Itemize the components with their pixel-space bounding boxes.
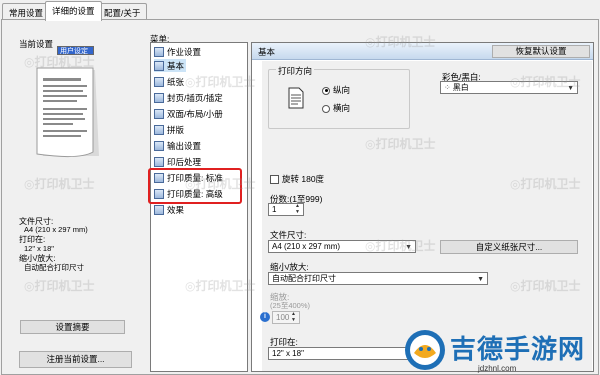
output-icon [154, 140, 164, 151]
panel-body: 打印方向 纵向 横向 彩色/黑白: ⁘ 黑白 ▼ 旋转 180度 份数:(1至99… [260, 61, 592, 371]
site-logo: 吉德手游网 jdzhnl.com [400, 326, 598, 375]
settings-panel: 基本 恢复默认设置 打印方向 纵向 横向 彩色/黑白: ⁘ 黑白 ▼ 旋转 180… [251, 42, 594, 372]
watermark: ◎打印机卫士 [365, 35, 436, 49]
logo-name: 吉德手游网 [450, 334, 586, 364]
watermark: ◎打印机卫士 [24, 177, 95, 191]
summary-print-on-value: 12" x 18" [24, 244, 54, 253]
watermark: ◎打印机卫士 [24, 279, 95, 293]
color-mode-value: 黑白 [452, 83, 469, 92]
scale-value: 自动配合打印尺寸 [272, 274, 336, 283]
tab-detailed-settings[interactable]: 详细的设置 [45, 1, 102, 21]
effects-icon [154, 204, 164, 215]
watermark: ◎打印机卫士 [24, 55, 95, 69]
color-dots-icon: ⁘ [444, 83, 451, 92]
logo-url: jdzhnl.com [478, 364, 517, 373]
spinner-arrows-icon: ▲ ▼ [291, 311, 296, 323]
copies-value: 1 [272, 205, 277, 214]
portrait-page-icon [288, 87, 304, 109]
basic-icon [154, 60, 164, 71]
logo-icon [405, 330, 445, 370]
menu-item-label: 拼版 [167, 124, 185, 135]
tab-bar: 常用设置 详细的设置 配置/关于 [0, 0, 600, 21]
watermark: ◎打印机卫士 [365, 239, 436, 253]
menu-item-label: 印后处理 [167, 156, 202, 167]
watermark: ◎打印机卫士 [365, 137, 436, 151]
checkbox-box [270, 175, 279, 185]
orientation-label: 打印方向 [276, 65, 315, 77]
menu-item-duplex-layout[interactable]: 双面/布局/小册 [154, 107, 225, 120]
watermark: ◎打印机卫士 [510, 75, 581, 89]
copies-input[interactable]: 1 ▲ ▼ [268, 203, 304, 216]
cover-icon [154, 92, 164, 103]
portrait-label: 纵向 [333, 85, 351, 95]
menu-item-cover-insert[interactable]: 封页/插页/插定 [154, 91, 225, 104]
watermark: ◎打印机卫士 [510, 177, 581, 191]
zoom-range: (25至400%) [270, 301, 311, 310]
spinner-arrows-icon[interactable]: ▲ ▼ [295, 204, 300, 215]
radio-dot [322, 104, 330, 113]
paper-size-value: A4 (210 x 297 mm) [272, 242, 341, 251]
landscape-label: 横向 [333, 103, 351, 113]
menu-item-label: 基本 [167, 60, 185, 71]
current-settings-title: 当前设置 [19, 39, 54, 49]
menu-item-label: 纸张 [167, 76, 185, 87]
zoom-value: 100 [276, 313, 290, 322]
watermark: ◎打印机卫士 [185, 177, 256, 191]
menu-item-effects[interactable]: 效果 [154, 203, 186, 216]
settings-summary-button[interactable]: 设置摘要 [20, 320, 125, 334]
paper-icon [154, 76, 164, 87]
watermark: ◎打印机卫士 [185, 279, 256, 293]
menu-item-label: 双面/布局/小册 [167, 108, 223, 119]
tab-common-settings[interactable]: 常用设置 [2, 3, 51, 20]
page-preview [33, 64, 105, 164]
duplex-icon [154, 108, 164, 119]
rotate-180-label: 旋转 180度 [282, 174, 325, 184]
menu-item-basic[interactable]: 基本 [154, 59, 187, 72]
menu-item-finishing[interactable]: 印后处理 [154, 155, 203, 168]
finishing-icon [154, 156, 164, 167]
menu-item-paper[interactable]: 纸张 [154, 75, 186, 88]
watermark: ◎打印机卫士 [185, 75, 256, 89]
custom-paper-size-button[interactable]: 自定义纸张尺寸... [440, 240, 578, 254]
menu-item-output[interactable]: 输出设置 [154, 139, 203, 152]
panel-title: 基本 [258, 47, 276, 57]
portrait-radio[interactable]: 纵向 [322, 84, 350, 96]
scale-select[interactable]: 自动配合打印尺寸 ▼ [268, 272, 488, 285]
radio-dot [322, 86, 330, 95]
summary-scale-value: 自动配合打印尺寸 [24, 263, 84, 272]
menu-item-imposition[interactable]: 拼版 [154, 123, 186, 136]
summary-paper-size-value: A4 (210 x 297 mm) [24, 225, 88, 234]
print-on-select[interactable]: 12" x 18" ▼ [268, 347, 416, 360]
imposition-icon [154, 124, 164, 135]
watermark: ◎打印机卫士 [510, 279, 581, 293]
landscape-radio[interactable]: 横向 [322, 102, 350, 114]
menu-item-label: 效果 [167, 204, 185, 215]
register-current-settings-button[interactable]: 注册当前设置... [19, 351, 132, 368]
info-icon: i [260, 312, 270, 322]
print-on-value: 12" x 18" [272, 349, 304, 358]
menu-item-job-settings[interactable]: 作业设置 [154, 45, 203, 58]
menu-item-label: 封页/插页/插定 [167, 92, 223, 103]
job-settings-icon [154, 46, 164, 57]
menu-tree: 作业设置 基本 纸张 封页/插页/插定 双面/布局/小册 拼版 输出设置 印后处… [150, 42, 248, 372]
restore-defaults-button[interactable]: 恢复默认设置 [492, 45, 590, 58]
chevron-down-icon: ▼ [477, 276, 484, 283]
rotate-180-checkbox[interactable]: 旋转 180度 [270, 173, 324, 185]
tab-config-about[interactable]: 配置/关于 [97, 3, 148, 20]
menu-item-label: 输出设置 [167, 140, 202, 151]
zoom-input: 100 ▲ ▼ [272, 311, 300, 324]
menu-item-label: 作业设置 [167, 46, 202, 57]
